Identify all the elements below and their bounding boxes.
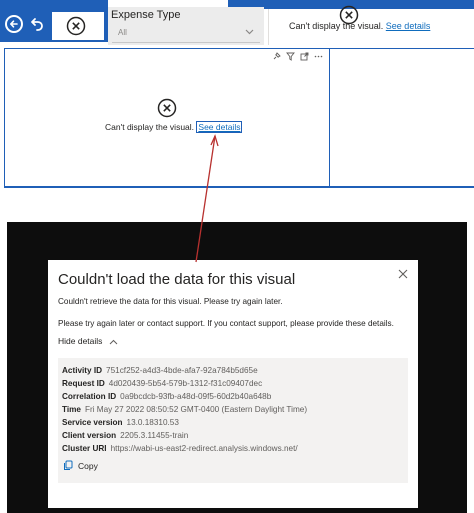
undo-button[interactable] [29,16,45,32]
back-button[interactable] [5,15,23,33]
detail-value: 751cf252-a4d3-4bde-afa7-92a784b5d65e [106,366,258,375]
top-visual-error-message: Can't display the visual. See details [289,21,430,31]
dialog-message: Couldn't retrieve the data for this visu… [58,297,283,306]
detail-value: Fri May 27 2022 08:50:52 GMT-0400 (Easte… [84,405,308,414]
detail-label: Client version [62,431,117,440]
visual-card[interactable] [6,50,325,186]
visual-divider [329,49,330,187]
close-button[interactable] [397,268,409,280]
detail-row-activity-id: Activity ID 751cf252-a4d3-4bde-afa7-92a78… [62,366,258,375]
more-options-button[interactable] [314,52,323,61]
visual-error-text: Can't display the visual. [105,122,195,132]
chevron-down-icon [245,29,254,35]
filter-button[interactable] [286,52,295,61]
hide-details-label: Hide details [58,336,103,346]
top-see-details-link[interactable]: See details [386,21,431,31]
error-circle-icon [66,16,86,36]
header-error-visual [52,12,104,40]
slicer-selected-value: All [118,28,127,37]
pin-icon [273,52,281,60]
focus-mode-icon [300,52,309,61]
detail-label: Time [62,405,81,414]
detail-value: 4d020439-5b54-579b-1312-f31c09407dec [108,379,263,388]
see-details-link[interactable]: See details [196,121,243,133]
detail-row-request-id: Request ID 4d020439-5b54-579b-1312-f31c09… [62,379,262,388]
detail-label: Service version [62,418,123,427]
copy-icon [64,460,73,470]
detail-row-time: Time Fri May 27 2022 08:50:52 GMT-0400 (E… [62,405,307,414]
filter-icon [286,52,295,61]
close-icon [398,269,408,279]
detail-label: Correlation ID [62,392,117,401]
dialog-title: Couldn't load the data for this visual [58,271,296,288]
report-bottom-border [4,186,474,188]
hide-details-toggle[interactable]: Hide details [58,336,118,346]
back-icon [10,20,18,28]
detail-row-cluster-uri: Cluster URI https://wabi-us-east2-redirec… [62,444,298,453]
chevron-up-icon [109,339,118,345]
slicer-title: Expense Type [111,9,181,21]
detail-value: https://wabi-us-east2-redirect.analysis.… [110,444,298,453]
detail-value: 0a9bcdcb-93fb-a48d-09f5-60d2b40a648b [120,392,272,401]
detail-label: Request ID [62,379,105,388]
dialog-support-message: Please try again later or contact suppor… [58,319,394,328]
pin-visual-button[interactable] [272,52,281,61]
detail-row-correlation-id: Correlation ID 0a9bcdcb-93fb-a48d-09f5-60… [62,392,271,401]
error-circle-icon [157,98,177,118]
detail-row-client-version: Client version 2205.3.11455-train [62,431,188,440]
detail-value: 13.0.18310.53 [126,418,179,427]
visual-header-toolbar [272,52,323,62]
detail-label: Cluster URI [62,444,107,453]
copy-button[interactable]: Copy [63,460,98,471]
detail-label: Activity ID [62,366,103,375]
detail-row-service-version: Service version 13.0.18310.53 [62,418,179,427]
undo-icon [31,18,43,31]
focus-mode-button[interactable] [300,52,309,61]
slicer-dropdown[interactable]: All [112,24,260,43]
top-visual-error: Can't display the visual. See details [268,5,474,45]
detail-value: 2205.3.11455-train [120,431,189,440]
visual-error-message: Can't display the visual. See details [105,121,243,133]
error-details-panel: Activity ID 751cf252-a4d3-4bde-afa7-92a78… [58,358,408,483]
more-options-icon [314,55,323,58]
copy-label: Copy [78,460,98,471]
top-visual-error-text: Can't display the visual. [289,21,384,31]
